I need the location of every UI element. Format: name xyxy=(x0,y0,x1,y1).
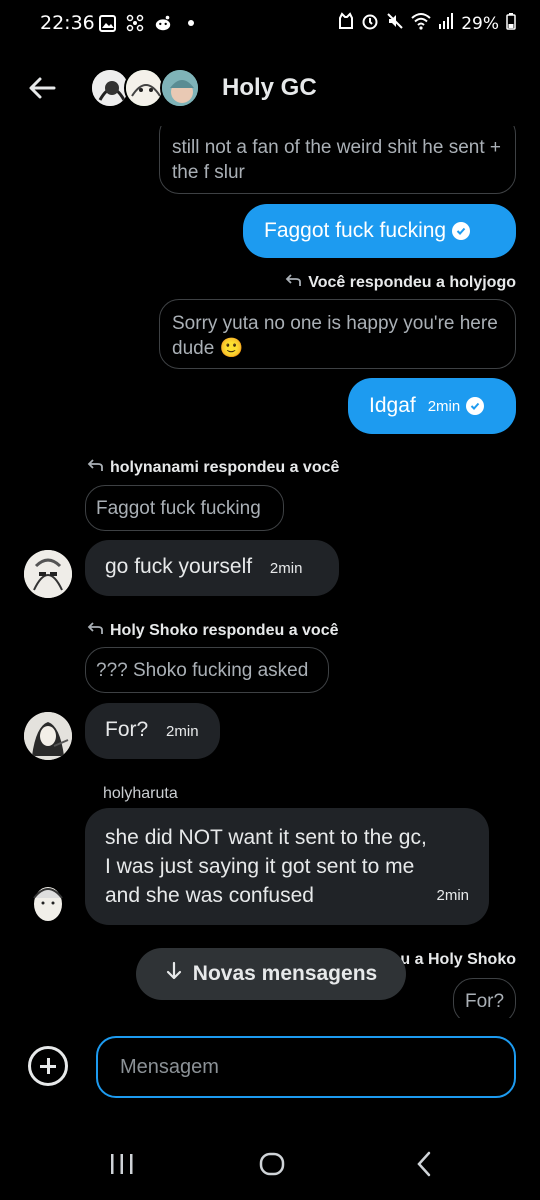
incoming-message[interactable]: For? 2min xyxy=(85,703,220,759)
incoming-message[interactable]: go fuck yourself 2min xyxy=(85,540,339,596)
reddit-icon xyxy=(154,14,172,32)
new-messages-button[interactable]: Novas mensagens xyxy=(136,948,406,1000)
message-text: go fuck yourself xyxy=(105,555,253,578)
member-avatar-2 xyxy=(124,68,164,108)
group-avatars[interactable] xyxy=(90,68,202,108)
status-time: 22:36 xyxy=(40,12,95,34)
message-time: 2min xyxy=(427,397,461,415)
pinwheel-icon xyxy=(126,14,144,32)
reply-label-text: Você respondeu a holyjogo xyxy=(308,273,516,291)
reply-label: holynanami respondeu a você xyxy=(86,458,339,477)
wifi-icon xyxy=(411,12,431,35)
reply-label-text: u a Holy Shoko xyxy=(400,951,516,968)
message-time: 2min xyxy=(269,560,303,577)
recent-apps-icon[interactable] xyxy=(108,1150,136,1183)
message-line: and she was confused xyxy=(105,884,314,907)
reply-label: u a Holy Shoko xyxy=(400,951,516,969)
message-composer xyxy=(0,1034,540,1100)
message-time: 2min xyxy=(166,723,199,740)
message-time: 2min xyxy=(436,887,469,904)
quoted-text: still not a fan of the weird shit he sen… xyxy=(172,137,501,183)
message-list[interactable]: still not a fan of the weird shit he sen… xyxy=(0,126,540,1018)
quoted-text: Faggot fuck fucking xyxy=(96,498,261,519)
chat-title[interactable]: Holy GC xyxy=(222,74,317,102)
sender-name: holyharuta xyxy=(103,785,178,802)
new-messages-label: Novas mensagens xyxy=(192,962,378,985)
cat-icon xyxy=(338,12,354,35)
system-nav-bar xyxy=(0,1130,540,1200)
system-icons: 29% xyxy=(338,12,516,35)
message-text: Idgaf xyxy=(369,394,416,417)
message-text: Faggot fuck fucking xyxy=(264,219,447,242)
reply-label: Holy Shoko respondeu a você xyxy=(86,621,339,640)
quoted-message: For? xyxy=(453,978,516,1018)
user-avatar-holyshoko[interactable] xyxy=(24,712,72,760)
reply-label-text: Holy Shoko respondeu a você xyxy=(110,621,339,639)
outgoing-message[interactable]: Faggot fuck fucking xyxy=(243,204,516,258)
user-avatar-holyharuta[interactable] xyxy=(24,878,72,926)
arrow-down-icon xyxy=(165,961,183,987)
read-check-icon xyxy=(466,397,485,415)
quoted-message: Faggot fuck fucking xyxy=(85,485,284,531)
message-line: I was just saying it got sent to me xyxy=(105,855,415,878)
message-input[interactable] xyxy=(96,1036,516,1098)
home-icon[interactable] xyxy=(258,1150,286,1183)
dot-icon xyxy=(182,14,200,32)
quoted-text: For? xyxy=(465,991,505,1012)
quoted-message: ??? Shoko fucking asked xyxy=(85,647,329,693)
gallery-icon xyxy=(98,14,116,32)
quoted-message: Sorry yuta no one is happy you're here d… xyxy=(159,299,516,369)
quoted-text: Sorry yuta no one is happy you're here d… xyxy=(172,313,498,359)
battery-icon xyxy=(506,12,516,35)
add-media-icon[interactable] xyxy=(28,1046,68,1086)
signal-icon xyxy=(438,12,454,35)
reply-label: Você respondeu a holyjogo xyxy=(284,273,516,292)
message-line: she did NOT want it sent to the gc, xyxy=(105,826,427,849)
reply-arrow-icon xyxy=(86,458,104,477)
battery-level: 29% xyxy=(461,13,499,34)
user-avatar-holynanami[interactable] xyxy=(24,550,72,598)
reply-arrow-icon xyxy=(284,273,302,292)
member-avatar-3 xyxy=(160,68,200,108)
read-check-icon xyxy=(452,222,471,240)
quoted-text: ??? Shoko fucking asked xyxy=(96,660,309,681)
mute-icon xyxy=(386,12,404,35)
back-nav-icon[interactable] xyxy=(410,1150,438,1183)
reply-label-text: holynanami respondeu a você xyxy=(110,458,340,476)
outgoing-message[interactable]: Idgaf 2min xyxy=(348,378,516,434)
chat-header: Holy GC xyxy=(0,56,540,120)
message-text: For? xyxy=(105,718,149,741)
quoted-message: still not a fan of the weird shit he sen… xyxy=(159,126,516,194)
status-bar: 22:36 29% xyxy=(0,0,540,50)
reply-arrow-icon xyxy=(86,621,104,640)
alarm-icon xyxy=(361,12,379,35)
notification-icons xyxy=(98,14,200,32)
incoming-message[interactable]: she did NOT want it sent to the gc, I wa… xyxy=(85,808,489,925)
back-arrow-icon[interactable] xyxy=(24,70,60,106)
